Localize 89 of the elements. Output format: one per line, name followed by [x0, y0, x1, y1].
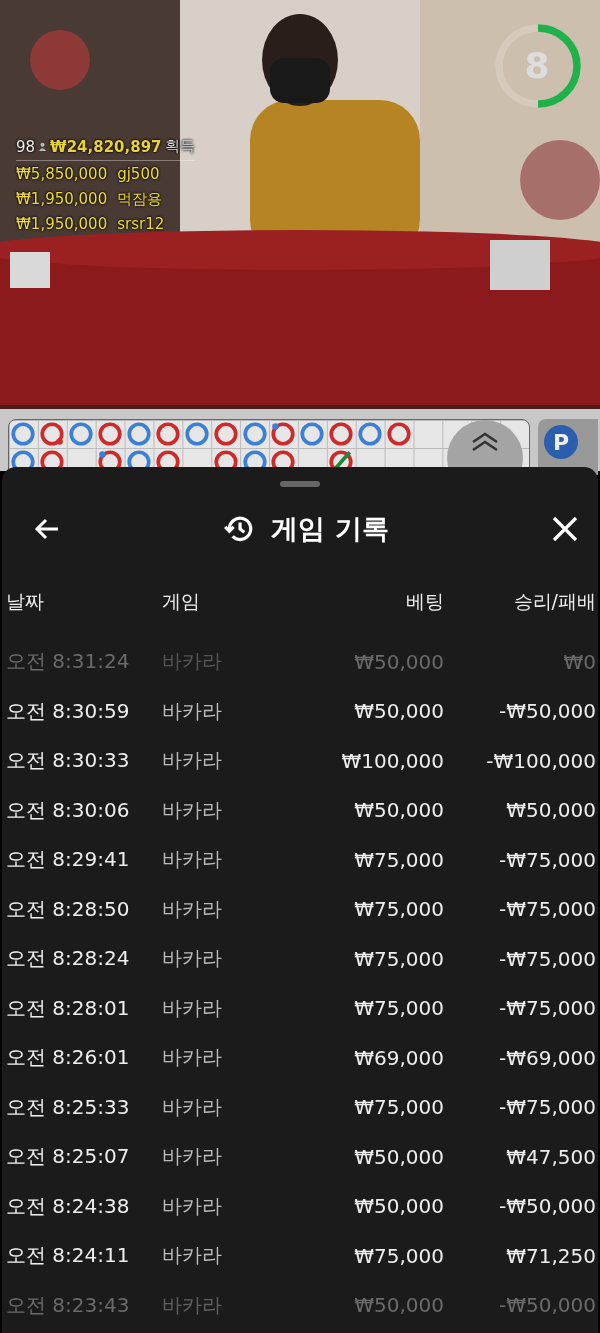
time-cell-text: 오전 8:24:11 — [6, 1242, 131, 1270]
winnings-label: 획득 — [164, 137, 195, 156]
column-header: 승리/패배 — [512, 589, 596, 614]
winner-name: gj500 — [117, 164, 160, 185]
time-cell-text: 오전 8:28:24 — [6, 945, 131, 973]
result-ring-icon — [357, 421, 384, 447]
result-ring-icon — [97, 421, 124, 447]
time-cell-text: 오전 8:26:01 — [6, 1044, 131, 1072]
total-winnings: ₩24,820,897 — [50, 137, 162, 156]
result-cell-text: -₩100,000 — [485, 748, 596, 773]
game-cell-text: 바카라 — [162, 1044, 223, 1072]
game-cell-text: 바카라 — [162, 895, 223, 923]
bet-cell-text: ₩75,000 — [353, 996, 444, 1021]
player-count: 98 — [16, 137, 36, 156]
game-cell-text: 바카라 — [162, 994, 223, 1022]
time-cell-text: 오전 8:25:07 — [6, 1143, 131, 1171]
game-cell-text: 바카라 — [162, 1242, 223, 1270]
game-cell-text: 바카라 — [162, 796, 223, 824]
result-cell-text: ₩71,250 — [505, 1243, 596, 1268]
result-ring-icon — [154, 421, 181, 447]
bet-cell-text: ₩75,000 — [353, 847, 444, 872]
winner-amount: ₩1,950,000 — [16, 214, 108, 235]
result-ring-icon — [68, 421, 95, 447]
time-cell-text: 오전 8:28:50 — [6, 895, 131, 923]
time-cell-text: 오전 8:31:24 — [6, 648, 131, 676]
time-cell-text: 오전 8:30:33 — [6, 747, 131, 775]
person-icon — [38, 142, 48, 151]
bet-cell-text: ₩75,000 — [353, 1095, 444, 1120]
bet-cell-text: ₩50,000 — [353, 798, 444, 823]
time-cell-text: 오전 8:25:33 — [6, 1093, 131, 1121]
drag-handle[interactable] — [280, 481, 320, 487]
result-cell-text: -₩75,000 — [498, 946, 596, 971]
time-cell-text: 오전 8:30:59 — [6, 697, 131, 725]
bet-cell-text: ₩50,000 — [353, 1194, 444, 1219]
close-button[interactable] — [550, 514, 580, 544]
result-cell-text: -₩75,000 — [498, 1095, 596, 1120]
result-ring-icon — [39, 421, 66, 447]
game-cell-text: 바카라 — [162, 697, 223, 725]
game-cell-text: 바카라 — [162, 1192, 223, 1220]
result-cell-text: -₩75,000 — [498, 996, 596, 1021]
result-cell-text: ₩0 — [562, 649, 596, 674]
winner-name: srsr12 — [117, 214, 165, 235]
result-ring-icon — [328, 421, 355, 447]
game-cell-text: 바카라 — [162, 1093, 223, 1121]
result-cell-text: -₩75,000 — [498, 847, 596, 872]
bet-cell-text: ₩50,000 — [353, 699, 444, 724]
bet-cell-text: ₩75,000 — [353, 1243, 444, 1268]
column-header: 날짜 — [6, 589, 45, 614]
time-cell-text: 오전 8:30:06 — [6, 796, 131, 824]
result-cell-text: -₩75,000 — [498, 897, 596, 922]
result-ring-icon — [299, 421, 326, 447]
game-cell-text: 바카라 — [162, 945, 223, 973]
result-ring-icon — [386, 421, 412, 447]
result-cell-text: -₩50,000 — [498, 699, 596, 724]
time-cell-text: 오전 8:28:01 — [6, 994, 131, 1022]
game-cell-text: 바카라 — [162, 648, 223, 676]
result-ring-icon — [212, 421, 239, 447]
column-header: 게임 — [162, 589, 201, 614]
game-cell-text: 바카라 — [162, 747, 223, 775]
winner-amount: ₩1,950,000 — [16, 189, 108, 210]
winner-name: 먹잠용 — [117, 189, 163, 210]
game-cell-text: 바카라 — [162, 1143, 223, 1171]
result-cell-text: -₩69,000 — [498, 1045, 596, 1070]
result-ring-icon — [241, 421, 268, 447]
result-cell-text: -₩50,000 — [498, 1293, 596, 1318]
time-cell-text: 오전 8:24:38 — [6, 1192, 131, 1220]
bet-cell-text: ₩75,000 — [353, 897, 444, 922]
chevron-up-icon — [470, 432, 500, 452]
bet-cell-text: ₩69,000 — [353, 1045, 444, 1070]
time-cell-text: 오전 8:29:41 — [6, 846, 131, 874]
bet-cell-text: ₩50,000 — [353, 649, 444, 674]
result-cell-text: ₩50,000 — [505, 798, 596, 823]
result-cell-text: ₩47,500 — [505, 1144, 596, 1169]
result-ring-icon — [126, 421, 152, 447]
column-header: 베팅 — [405, 589, 444, 614]
winner-amount: ₩5,850,000 — [16, 164, 108, 185]
game-cell-text: 바카라 — [162, 1291, 223, 1319]
bet-cell-text: ₩50,000 — [353, 1293, 444, 1318]
result-ring-icon — [183, 421, 210, 447]
player-badge: P — [544, 425, 578, 459]
time-cell-text: 오전 8:23:43 — [6, 1291, 131, 1319]
bet-cell-text: ₩50,000 — [353, 1144, 444, 1169]
bet-cell-text: ₩75,000 — [353, 946, 444, 971]
result-ring-icon — [270, 421, 297, 447]
result-cell-text: -₩50,000 — [498, 1194, 596, 1219]
sheet-title: 게임 기록 — [271, 512, 389, 546]
result-ring-icon — [10, 421, 37, 447]
bet-cell-text: ₩100,000 — [340, 748, 444, 773]
game-cell-text: 바카라 — [162, 846, 223, 874]
